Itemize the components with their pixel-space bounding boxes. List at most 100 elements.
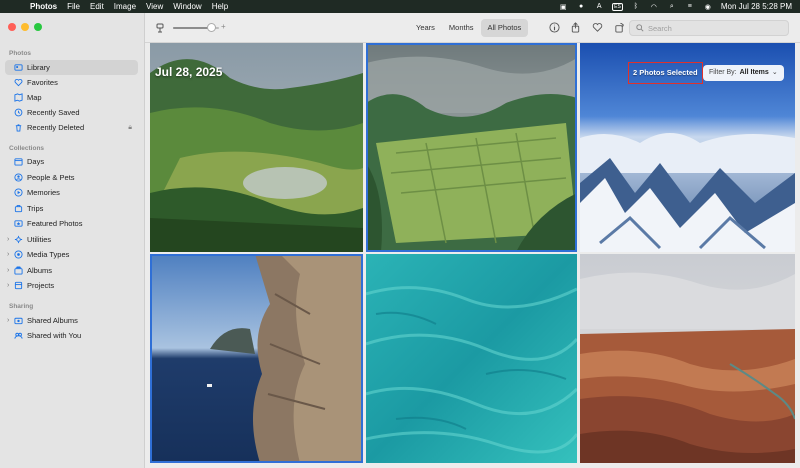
zoom-out-icon[interactable]: [155, 22, 165, 34]
filter-by-button[interactable]: Filter By: All Items ⌄: [703, 65, 784, 81]
toolbar: + Years Months All Photos: [145, 13, 800, 43]
featured-icon: [14, 219, 23, 228]
chevron-right-icon[interactable]: ›: [7, 267, 9, 274]
search-icon[interactable]: ⌕: [667, 3, 677, 11]
menu-image[interactable]: Image: [114, 0, 136, 13]
map-icon: [14, 93, 23, 102]
photo-tile[interactable]: [580, 254, 795, 463]
sidebar-item-label: Shared with You: [27, 331, 82, 340]
sidebar-item-label: Days: [27, 157, 45, 166]
tab-months[interactable]: Months: [442, 19, 481, 37]
search-field[interactable]: [629, 20, 789, 36]
photo-tile[interactable]: [366, 254, 577, 463]
heart-icon: [14, 78, 23, 87]
favorite-heart-icon[interactable]: [591, 21, 603, 33]
sidebar-item-label: Recently Deleted: [27, 123, 85, 132]
screen-share-icon[interactable]: ▣: [558, 3, 568, 11]
calendar-icon: [14, 157, 23, 166]
zoom-slider-knob[interactable]: [207, 23, 216, 32]
person-icon: [14, 173, 23, 182]
sidebar-item-label: Recently Saved: [27, 108, 80, 117]
minimize-window-button[interactable]: [21, 23, 29, 31]
sidebar-item-recently-deleted[interactable]: Recently Deleted 🔒︎: [5, 120, 138, 135]
sidebar-item-projects[interactable]: › Projects: [5, 278, 138, 293]
suitcase-icon: [14, 204, 23, 213]
sidebar-section-sharing: Sharing: [9, 303, 34, 310]
date-heading: Jul 28, 2025: [155, 65, 223, 79]
sidebar-item-featured-photos[interactable]: Featured Photos: [5, 216, 138, 231]
sidebar-item-favorites[interactable]: Favorites: [5, 75, 138, 90]
search-field-icon: [636, 24, 644, 32]
projects-icon: [14, 281, 23, 290]
chevron-right-icon[interactable]: ›: [7, 251, 9, 258]
sidebar-item-albums[interactable]: › Albums: [5, 263, 138, 278]
control-center-icon[interactable]: ≡: [685, 3, 695, 11]
menu-edit[interactable]: Edit: [90, 0, 104, 13]
menu-help[interactable]: Help: [212, 0, 228, 13]
record-icon[interactable]: ●: [576, 3, 586, 11]
menu-view[interactable]: View: [146, 0, 163, 13]
utilities-icon: [14, 235, 23, 244]
sidebar-item-label: Projects: [27, 281, 55, 290]
sidebar-item-label: Media Types: [27, 250, 70, 259]
sidebar-item-days[interactable]: Days: [5, 154, 138, 169]
media-types-icon: [14, 250, 23, 259]
info-icon[interactable]: [548, 21, 560, 33]
sidebar-item-label: Trips: [27, 204, 44, 213]
wifi-icon[interactable]: ◠: [649, 3, 659, 11]
sidebar-item-utilities[interactable]: › Utilities: [5, 232, 138, 247]
sidebar-item-people-pets[interactable]: People & Pets: [5, 170, 138, 185]
chevron-right-icon[interactable]: ›: [7, 282, 9, 289]
sidebar-item-label: People & Pets: [27, 173, 75, 182]
zoom-in-icon[interactable]: +: [221, 22, 226, 31]
memories-icon: [14, 188, 23, 197]
sidebar-item-library[interactable]: Library: [5, 60, 138, 75]
rotate-icon[interactable]: [613, 21, 625, 33]
zoom-window-button[interactable]: [34, 23, 42, 31]
tab-all-photos[interactable]: All Photos: [480, 19, 529, 37]
input-source-icon[interactable]: ES: [612, 2, 623, 11]
font-icon[interactable]: A: [594, 3, 604, 11]
chevron-right-icon[interactable]: ›: [7, 236, 9, 243]
search-input[interactable]: [648, 23, 778, 33]
photos-window: Photos Library Favorites Map Recently Sa…: [0, 13, 800, 468]
siri-icon[interactable]: ◉: [703, 3, 713, 11]
sidebar-item-media-types[interactable]: › Media Types: [5, 247, 138, 262]
shared-albums-icon: [14, 316, 23, 325]
photo-tile-selected[interactable]: [150, 254, 363, 463]
albums-icon: [14, 266, 23, 275]
close-window-button[interactable]: [8, 23, 16, 31]
chevron-right-icon[interactable]: ›: [7, 317, 9, 324]
sidebar-item-label: Library: [27, 63, 50, 72]
sidebar-item-trips[interactable]: Trips: [5, 201, 138, 216]
sidebar: Photos Library Favorites Map Recently Sa…: [0, 13, 145, 468]
bluetooth-icon[interactable]: ᛒ: [631, 3, 641, 11]
filter-value: All Items: [739, 69, 769, 76]
sidebar-item-memories[interactable]: Memories: [5, 185, 138, 200]
lock-icon: 🔒︎: [128, 123, 132, 131]
library-icon: [14, 63, 23, 72]
view-switcher: Years Months All Photos: [409, 19, 529, 37]
photo-tile-selected[interactable]: [366, 43, 577, 252]
sidebar-item-shared-albums[interactable]: › Shared Albums: [5, 313, 138, 328]
sidebar-item-label: Favorites: [27, 78, 58, 87]
menu-bar: Photos File Edit Image View Window Help …: [0, 0, 800, 13]
menu-file[interactable]: File: [67, 0, 80, 13]
photo-grid: [150, 43, 795, 463]
sidebar-item-label: Shared Albums: [27, 316, 78, 325]
menubar-clock[interactable]: Mon Jul 28 5:28 PM: [721, 2, 792, 11]
sidebar-item-label: Memories: [27, 188, 60, 197]
share-icon[interactable]: [569, 21, 581, 33]
window-controls: [8, 23, 42, 31]
menu-app-name[interactable]: Photos: [30, 0, 57, 13]
trash-icon: [14, 123, 23, 132]
sidebar-item-recently-saved[interactable]: Recently Saved: [5, 105, 138, 120]
sidebar-item-label: Albums: [27, 266, 53, 275]
chevron-down-icon: ⌄: [771, 69, 778, 76]
menu-window[interactable]: Window: [173, 0, 201, 13]
sidebar-item-map[interactable]: Map: [5, 90, 138, 105]
sidebar-section-photos: Photos: [9, 50, 32, 57]
recently-saved-icon: [14, 108, 23, 117]
sidebar-item-shared-with-you[interactable]: Shared with You: [5, 328, 138, 343]
tab-years[interactable]: Years: [409, 19, 442, 37]
